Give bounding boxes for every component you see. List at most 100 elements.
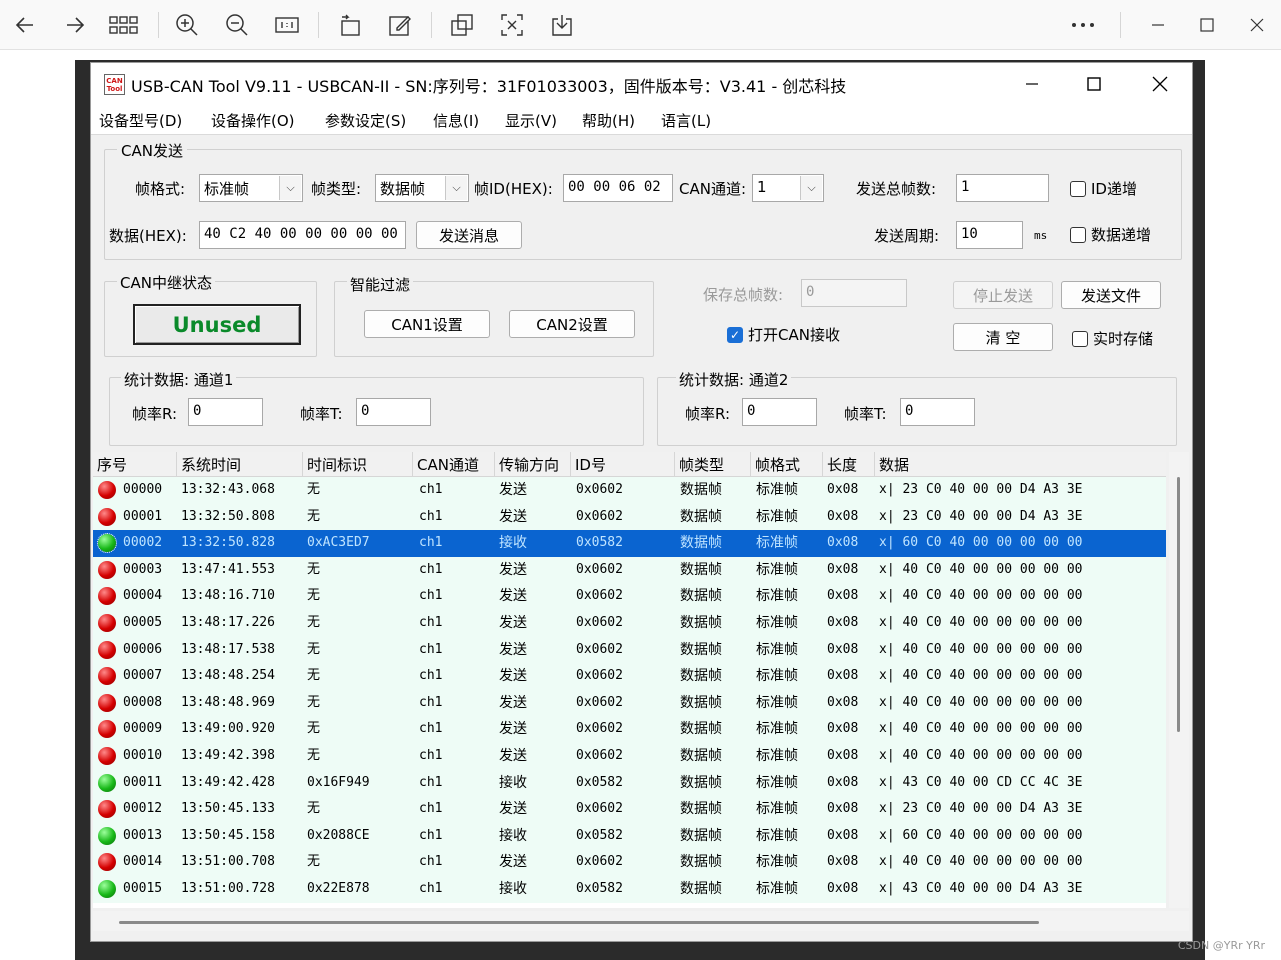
zoom-out-icon[interactable] <box>221 9 253 41</box>
frame-format-select[interactable]: 标准帧 ⌵ <box>199 174 303 202</box>
horizontal-scrollbar[interactable] <box>93 911 1189 931</box>
table-row[interactable]: 00007 13:48:48.254 无 ch1 发送 0x0602 数据帧 标准帧 0x08 x… <box>93 663 1166 690</box>
menu-help[interactable]: 帮助(H) <box>582 110 635 131</box>
id-increment-checkbox[interactable]: ID递增 <box>1070 178 1137 199</box>
can2-settings-button[interactable]: CAN2设置 <box>509 310 635 338</box>
total-frames-input[interactable]: 1 <box>956 174 1049 202</box>
forward-arrow-icon[interactable] <box>59 9 91 41</box>
can1-settings-button[interactable]: CAN1设置 <box>364 310 490 338</box>
cell-data: x| 40 C0 40 00 00 00 00 00 <box>879 588 1083 604</box>
channel-select[interactable]: 1 ⌵ <box>752 174 824 202</box>
table-row[interactable]: 00000 13:32:43.068 无 ch1 发送 0x0602 数据帧 标准帧 0x08 x… <box>93 477 1166 504</box>
cell-fmt: 标准帧 <box>756 721 798 738</box>
menu-device-ops[interactable]: 设备操作(O) <box>211 110 295 131</box>
actual-size-icon[interactable] <box>271 9 303 41</box>
send-file-button[interactable]: 发送文件 <box>1061 281 1161 309</box>
received-status-green-icon <box>98 773 116 792</box>
crop-icon[interactable] <box>446 9 478 41</box>
maximize-icon[interactable] <box>1191 9 1223 41</box>
cell-len: 0x08 <box>827 561 859 577</box>
cell-type: 数据帧 <box>680 748 722 764</box>
cell-id: 0x0602 <box>576 801 623 817</box>
col-frame-type[interactable]: 帧类型 <box>675 452 751 477</box>
scrollbar-thumb[interactable] <box>119 921 1039 924</box>
scrollbar-thumb[interactable] <box>1177 477 1180 732</box>
col-sys-time[interactable]: 系统时间 <box>177 452 303 477</box>
cell-time: 13:51:00.728 <box>181 881 275 896</box>
cell-fmt: 标准帧 <box>756 615 798 631</box>
open-can-receive-checkbox[interactable]: ✓ 打开CAN接收 <box>727 324 840 345</box>
col-frame-format[interactable]: 帧格式 <box>751 452 823 477</box>
table-row[interactable]: 00013 13:50:45.158 0x2088CE ch1 接收 0x0582 数据帧 标… <box>93 822 1166 850</box>
chevron-down-icon: ⌵ <box>800 176 822 200</box>
frame-type-select[interactable]: 数据帧 ⌵ <box>375 174 469 202</box>
table-row[interactable]: 00009 13:49:00.920 无 ch1 发送 0x0602 数据帧 标准帧 0x08 x… <box>93 716 1166 743</box>
vertical-scrollbar[interactable] <box>1169 452 1189 908</box>
col-data[interactable]: 数据 <box>875 452 1166 477</box>
zoom-in-icon[interactable] <box>171 9 203 41</box>
cell-ch: ch1 <box>419 508 443 524</box>
cell-dir: 发送 <box>499 748 527 764</box>
watermark: CSDN @YRr YRr <box>1177 939 1265 952</box>
table-row[interactable]: 00010 13:49:42.398 无 ch1 发送 0x0602 数据帧 标准帧 0x08 x… <box>93 743 1166 770</box>
checkbox-box <box>1070 180 1086 197</box>
cell-data: x| 23 C0 40 00 00 D4 A3 3E <box>879 482 1083 497</box>
table-row[interactable]: 00011 13:49:42.428 0x16F949 ch1 接收 0x0582 数据帧 标… <box>93 769 1166 797</box>
col-seq[interactable]: 序号 <box>93 452 177 477</box>
toolbar-separator <box>318 12 319 38</box>
channel-label: CAN通道: <box>679 180 747 198</box>
table-row[interactable]: 00003 13:47:41.553 无 ch1 发送 0x0602 数据帧 标准帧 0x08 x… <box>93 556 1166 584</box>
col-id[interactable]: ID号 <box>571 452 675 477</box>
table-row[interactable]: 00008 13:48:48.969 无 ch1 发送 0x0602 数据帧 标准帧 0x08 x… <box>93 689 1166 717</box>
menu-info[interactable]: 信息(I) <box>433 110 479 131</box>
send-message-button[interactable]: 发送消息 <box>416 221 522 249</box>
more-icon[interactable] <box>1067 9 1099 41</box>
realtime-save-checkbox[interactable]: 实时存储 <box>1072 328 1153 349</box>
cell-seq: 00001 <box>123 508 163 524</box>
data-increment-checkbox[interactable]: 数据递增 <box>1070 224 1151 245</box>
table-row[interactable]: 00015 13:51:00.728 0x22E878 ch1 接收 0x0582 数据帧 标… <box>93 876 1166 903</box>
cell-id: 0x0602 <box>576 482 623 497</box>
col-channel[interactable]: CAN通道 <box>413 452 495 477</box>
col-length[interactable]: 长度 <box>823 452 875 477</box>
col-timestamp[interactable]: 时间标识 <box>303 452 413 477</box>
clear-button[interactable]: 清 空 <box>953 323 1053 351</box>
menu-params[interactable]: 参数设定(S) <box>325 110 406 131</box>
send-period-input[interactable]: 10 <box>956 221 1023 249</box>
toolbar-separator <box>431 12 432 38</box>
table-row[interactable]: 00001 13:32:50.808 无 ch1 发送 0x0602 数据帧 标准帧 0x08 x… <box>93 503 1166 531</box>
can-send-title: CAN发送 <box>117 140 187 161</box>
menu-display[interactable]: 显示(V) <box>505 110 557 131</box>
cell-type: 数据帧 <box>680 641 722 658</box>
frame-id-input[interactable]: 00 00 06 02 <box>563 174 673 202</box>
window-titlebar: CAN Tool USB-CAN Tool V9.11 - USBCAN-II … <box>91 63 1192 105</box>
menu-language[interactable]: 语言(L) <box>661 110 711 131</box>
back-arrow-icon[interactable] <box>9 9 41 41</box>
save-icon[interactable] <box>546 9 578 41</box>
cell-stamp: 0x16F949 <box>307 774 370 790</box>
menu-device-model[interactable]: 设备型号(D) <box>99 110 182 131</box>
minimize-icon[interactable] <box>1142 9 1174 41</box>
grid-icon[interactable] <box>108 9 140 41</box>
table-row[interactable]: 00004 13:48:16.710 无 ch1 发送 0x0602 数据帧 标准帧 0x08 x… <box>93 583 1166 610</box>
window-maximize-icon[interactable] <box>1070 67 1118 101</box>
table-row[interactable]: 00002 13:32:50.828 0xAC3ED7 ch1 接收 0x0582 数据帧 标… <box>93 530 1166 557</box>
cell-time: 13:49:00.920 <box>181 721 275 737</box>
table-row[interactable]: 00012 13:50:45.133 无 ch1 发送 0x0602 数据帧 标准帧 0x08 x… <box>93 796 1166 823</box>
rotate-icon[interactable] <box>334 9 366 41</box>
window-minimize-icon[interactable] <box>1008 67 1056 101</box>
stats-channel1-title: 统计数据: 通道1 <box>121 369 237 390</box>
stop-send-button[interactable]: 停止发送 <box>953 281 1053 309</box>
translate-icon[interactable] <box>496 9 528 41</box>
edit-icon[interactable] <box>384 9 416 41</box>
cell-stamp: 无 <box>307 854 321 870</box>
cell-ch: ch1 <box>419 801 443 817</box>
table-row[interactable]: 00006 13:48:17.538 无 ch1 发送 0x0602 数据帧 标准帧 0x08 x… <box>93 636 1166 664</box>
window-close-icon[interactable] <box>1136 67 1184 101</box>
table-row[interactable]: 00014 13:51:00.708 无 ch1 发送 0x0602 数据帧 标准帧 0x08 x… <box>93 849 1166 876</box>
close-icon[interactable] <box>1241 9 1273 41</box>
table-row[interactable]: 00005 13:48:17.226 无 ch1 发送 0x0602 数据帧 标准帧 0x08 x… <box>93 610 1166 637</box>
sent-status-red-icon <box>98 667 116 686</box>
data-hex-input[interactable]: 40 C2 40 00 00 00 00 00 <box>199 221 406 249</box>
col-direction[interactable]: 传输方向 <box>495 452 571 477</box>
